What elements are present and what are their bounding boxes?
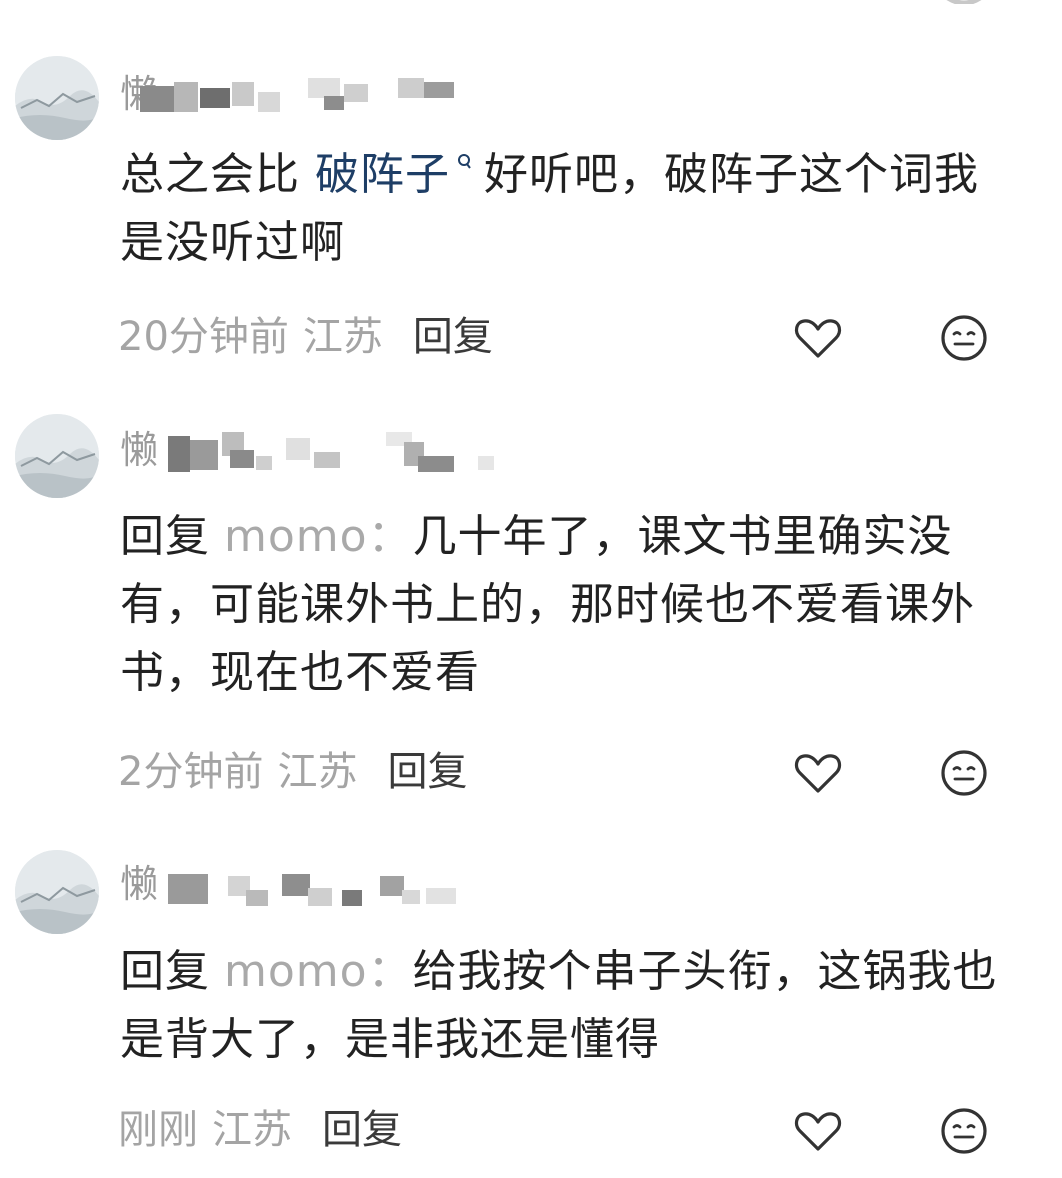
avatar-landscape-image bbox=[15, 414, 99, 498]
meh-face-icon[interactable] bbox=[938, 747, 990, 799]
comment-time: 2分钟前 bbox=[118, 749, 264, 795]
username-blur-mosaic bbox=[168, 432, 494, 472]
reply-button[interactable]: 回复 bbox=[387, 749, 467, 795]
heart-outline-icon[interactable] bbox=[792, 1105, 844, 1157]
username-blur-mosaic bbox=[168, 868, 468, 906]
reply-button[interactable]: 回复 bbox=[413, 314, 493, 360]
comment-location: 江苏 bbox=[302, 314, 383, 360]
comment-location: 江苏 bbox=[277, 749, 358, 795]
mention-username[interactable]: momo： bbox=[224, 511, 413, 562]
heart-outline-icon[interactable] bbox=[792, 747, 844, 799]
keyword-link[interactable]: 破阵子 bbox=[315, 149, 450, 200]
username[interactable]: 懒 bbox=[120, 428, 158, 472]
avatar-landscape-image bbox=[15, 56, 99, 140]
comment-text: 回复 momo：几十年了，课文书里确实没有，可能课外书上的，那时候也不爱看课外书，… bbox=[120, 511, 975, 698]
comment-meta: 2分钟前 江苏 回复 bbox=[118, 747, 467, 797]
avatar[interactable] bbox=[15, 56, 99, 140]
search-icon[interactable] bbox=[456, 153, 472, 175]
comment-location: 江苏 bbox=[212, 1107, 292, 1153]
username-blur-mosaic bbox=[140, 78, 454, 114]
meh-face-icon[interactable] bbox=[938, 1105, 990, 1157]
meh-face-icon[interactable] bbox=[938, 312, 990, 364]
top-edge-icon-remnant bbox=[946, 0, 982, 4]
mention-username[interactable]: momo： bbox=[224, 946, 413, 997]
heart-outline-icon[interactable] bbox=[792, 312, 844, 364]
reply-button[interactable]: 回复 bbox=[322, 1107, 402, 1153]
comment-meta: 20分钟前 江苏 回复 bbox=[118, 312, 493, 362]
avatar-landscape-image bbox=[15, 850, 99, 934]
avatar[interactable] bbox=[15, 414, 99, 498]
comment-meta: 刚刚 江苏 回复 bbox=[118, 1105, 402, 1155]
comment-text: 回复 momo：给我按个串子头衔，这锅我也是背大了，是非我还是懂得 bbox=[120, 946, 998, 1065]
comment-text: 总之会比 破阵子 好听吧，破阵子这个词我是没听过啊 bbox=[120, 149, 979, 268]
avatar[interactable] bbox=[15, 850, 99, 934]
reply-prefix: 回复 bbox=[120, 946, 210, 997]
comment-time: 刚刚 bbox=[118, 1107, 198, 1153]
username[interactable]: 懒 bbox=[120, 862, 158, 906]
reply-prefix: 回复 bbox=[120, 511, 210, 562]
comment-time: 20分钟前 bbox=[118, 314, 289, 360]
